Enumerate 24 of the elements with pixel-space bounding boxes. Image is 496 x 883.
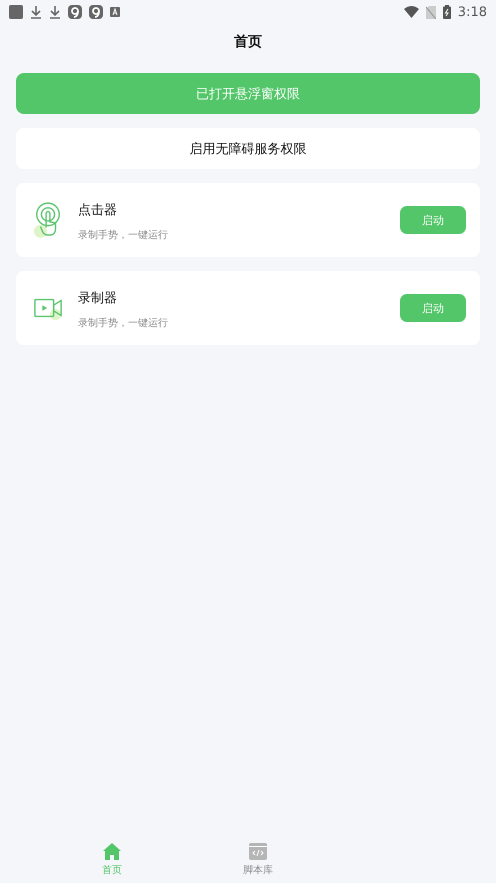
app-icon — [89, 5, 103, 19]
wifi-icon — [404, 6, 419, 18]
tool-description: 录制手势，一键运行 — [78, 316, 169, 330]
tool-name: 录制器 — [78, 290, 118, 306]
no-sim-icon — [426, 6, 436, 18]
app-icon — [68, 5, 82, 19]
tool-description: 录制手势，一键运行 — [78, 228, 169, 242]
nav-tab[interactable]: 脚本库 — [185, 837, 331, 883]
download-icon — [49, 5, 61, 19]
battery-icon — [442, 5, 451, 19]
page-title: 首页 — [234, 33, 262, 51]
app-icon — [9, 5, 23, 19]
home-icon — [103, 843, 121, 860]
download-icon — [30, 5, 42, 19]
permission-button[interactable]: 已打开悬浮窗权限 — [16, 73, 480, 114]
start-button[interactable]: 启动 — [400, 294, 466, 322]
start-button[interactable]: 启动 — [400, 206, 466, 234]
permission-button[interactable]: 启用无障碍服务权限 — [16, 128, 480, 169]
code-window-icon — [249, 843, 267, 860]
tool-name: 点击器 — [78, 202, 118, 218]
clock-time: 3:18 — [458, 4, 487, 20]
app-icon — [110, 7, 120, 17]
nav-tab[interactable]: 首页 — [39, 837, 185, 883]
tap-hand-icon — [33, 201, 63, 239]
